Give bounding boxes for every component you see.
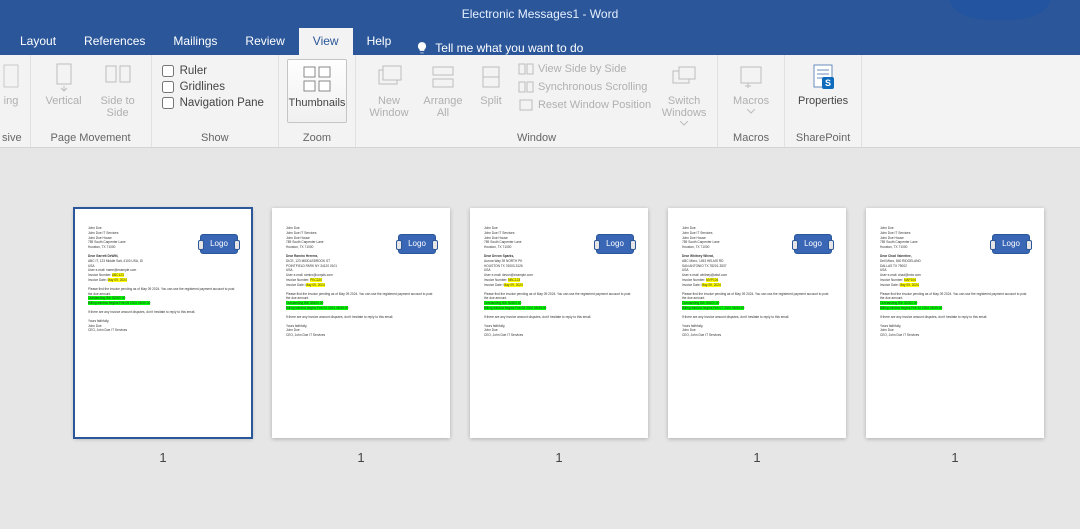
page-content: LogoJohn DoeJohn Doe IT ServicesJohn Doe… xyxy=(74,208,252,438)
split-label: Split xyxy=(480,95,501,107)
gridlines-checkbox[interactable]: Gridlines xyxy=(162,81,264,93)
switch-windows-icon xyxy=(670,64,698,90)
group-label-zoom: Zoom xyxy=(287,132,347,147)
group-macros: Macros Macros xyxy=(718,55,785,147)
arrange-all-label: Arrange All xyxy=(422,95,464,119)
tab-layout[interactable]: Layout xyxy=(6,28,70,55)
immersive-button-cut[interactable]: ing xyxy=(2,59,20,109)
page-thumbnail[interactable]: LogoJohn DoeJohn Doe IT ServicesJohn Doe… xyxy=(272,208,450,465)
thumbnails-icon xyxy=(302,65,332,93)
thumbnails-label: Thumbnails xyxy=(289,97,346,109)
tab-view[interactable]: View xyxy=(299,28,353,55)
group-immersive: ing sive xyxy=(0,55,31,147)
group-label-immersive: sive xyxy=(2,132,22,147)
side-to-side-button[interactable]: Side to Side xyxy=(93,59,143,121)
cut-label: ing xyxy=(4,95,19,107)
group-show: Ruler Gridlines Navigation Pane Show xyxy=(152,55,279,147)
page-thumbnail[interactable]: LogoJohn DoeJohn Doe IT ServicesJohn Doe… xyxy=(866,208,1044,465)
properties-icon: S xyxy=(808,63,838,91)
group-label-sharepoint: SharePoint xyxy=(793,132,853,147)
reset-label: Reset Window Position xyxy=(538,99,651,111)
logo-badge: Logo xyxy=(200,234,238,254)
logo-badge: Logo xyxy=(992,234,1030,254)
nav-pane-checkbox[interactable]: Navigation Pane xyxy=(162,97,264,109)
logo-badge: Logo xyxy=(398,234,436,254)
reset-window-icon xyxy=(518,98,534,112)
side-to-side-icon xyxy=(102,62,134,92)
tab-review[interactable]: Review xyxy=(231,28,298,55)
tell-me-search[interactable]: Tell me what you want to do xyxy=(405,41,593,55)
side-to-side-label: Side to Side xyxy=(97,95,139,119)
vertical-button[interactable]: Vertical xyxy=(39,59,89,109)
document-icon xyxy=(3,63,19,91)
logo-badge: Logo xyxy=(794,234,832,254)
vertical-label: Vertical xyxy=(46,95,82,107)
group-sharepoint: S Properties SharePoint xyxy=(785,55,862,147)
macros-label: Macros xyxy=(733,95,769,107)
group-label-show: Show xyxy=(160,132,270,147)
side-by-side-icon xyxy=(518,62,534,76)
split-button[interactable]: Split xyxy=(472,59,510,109)
arrange-all-icon xyxy=(431,64,455,90)
title-decoration xyxy=(950,0,1050,20)
page-number: 1 xyxy=(753,450,760,465)
properties-label: Properties xyxy=(798,95,848,107)
switch-windows-button[interactable]: Switch Windows xyxy=(659,59,709,128)
sync-label: Synchronous Scrolling xyxy=(538,81,647,93)
thumbnails-button[interactable]: Thumbnails xyxy=(287,59,347,123)
lightbulb-icon xyxy=(415,41,429,55)
page-content: LogoJohn DoeJohn Doe IT ServicesJohn Doe… xyxy=(470,208,648,438)
page-thumbnail[interactable]: LogoJohn DoeJohn Doe IT ServicesJohn Doe… xyxy=(470,208,648,465)
group-page-movement: Vertical Side to Side Page Movement xyxy=(31,55,152,147)
reset-window-button[interactable]: Reset Window Position xyxy=(514,97,655,113)
tell-me-label: Tell me what you want to do xyxy=(435,41,583,55)
ribbon-tabs: Layout References Mailings Review View H… xyxy=(0,28,1080,55)
page-number: 1 xyxy=(159,450,166,465)
tab-mailings[interactable]: Mailings xyxy=(159,28,231,55)
page-thumbnail[interactable]: LogoJohn DoeJohn Doe IT ServicesJohn Doe… xyxy=(668,208,846,465)
page-thumbnail[interactable]: LogoJohn DoeJohn Doe IT ServicesJohn Doe… xyxy=(74,208,252,465)
gridlines-label: Gridlines xyxy=(180,81,225,93)
group-window: New Window Arrange All Split View Side b… xyxy=(356,55,718,147)
chevron-down-icon xyxy=(747,109,755,114)
properties-button[interactable]: S Properties xyxy=(793,59,853,109)
macros-button[interactable]: Macros xyxy=(726,59,776,116)
sync-scroll-button[interactable]: Synchronous Scrolling xyxy=(514,79,655,95)
group-label-window: Window xyxy=(364,132,709,147)
chevron-down-icon xyxy=(680,121,688,126)
group-zoom: Thumbnails Zoom xyxy=(279,55,356,147)
vertical-icon xyxy=(54,62,74,92)
ruler-label: Ruler xyxy=(180,65,207,77)
switch-windows-label: Switch Windows xyxy=(662,95,707,119)
tab-help[interactable]: Help xyxy=(353,28,406,55)
nav-label: Navigation Pane xyxy=(180,97,264,109)
page-number: 1 xyxy=(357,450,364,465)
page-content: LogoJohn DoeJohn Doe IT ServicesJohn Doe… xyxy=(272,208,450,438)
title-bar: Electronic Messages1 - Word xyxy=(0,0,1080,28)
sync-scroll-icon xyxy=(518,80,534,94)
thumbnail-workspace: LogoJohn DoeJohn Doe IT ServicesJohn Doe… xyxy=(0,148,1080,465)
new-window-icon xyxy=(375,64,403,90)
split-icon xyxy=(481,64,501,90)
view-sbs-label: View Side by Side xyxy=(538,63,626,75)
page-number: 1 xyxy=(555,450,562,465)
ribbon: ing sive Vertical Side to Side Page Move… xyxy=(0,55,1080,148)
logo-badge: Logo xyxy=(596,234,634,254)
macros-icon xyxy=(738,64,764,90)
page-number: 1 xyxy=(951,450,958,465)
arrange-all-button[interactable]: Arrange All xyxy=(418,59,468,121)
svg-text:S: S xyxy=(825,78,831,88)
new-window-label: New Window xyxy=(368,95,410,119)
window-title: Electronic Messages1 - Word xyxy=(462,7,619,21)
tab-references[interactable]: References xyxy=(70,28,159,55)
ruler-checkbox[interactable]: Ruler xyxy=(162,65,264,77)
page-content: LogoJohn DoeJohn Doe IT ServicesJohn Doe… xyxy=(668,208,846,438)
group-label-macros: Macros xyxy=(726,132,776,147)
page-content: LogoJohn DoeJohn Doe IT ServicesJohn Doe… xyxy=(866,208,1044,438)
new-window-button[interactable]: New Window xyxy=(364,59,414,121)
view-side-by-side-button[interactable]: View Side by Side xyxy=(514,61,655,77)
group-label-page-movement: Page Movement xyxy=(39,132,143,147)
